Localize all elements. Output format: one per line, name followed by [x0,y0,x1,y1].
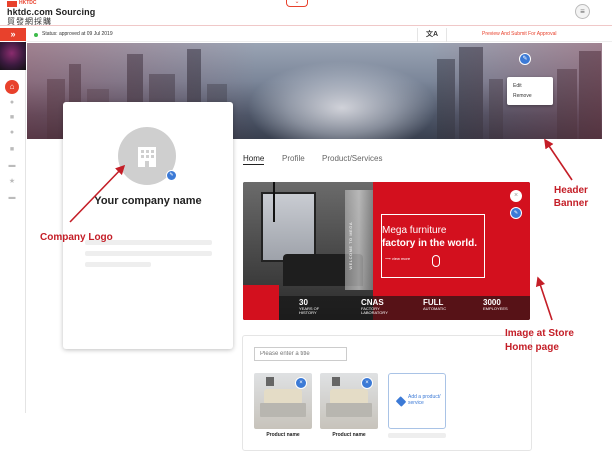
banner-edit-icon[interactable]: ✎ [519,53,531,65]
stat-label: AUTOMATIC [423,306,447,311]
product-name: Product name [332,432,366,438]
company-card: ✎ Your company name [63,102,233,349]
arrow-store-image [535,276,553,321]
company-name: Your company name [94,195,202,207]
translate-icon[interactable]: 文A [417,28,447,42]
placeholder-line [85,262,151,267]
brand-subtitle: 貿發網採購 [7,17,52,26]
close-icon[interactable]: × [510,190,522,202]
product-section: × Product name × Product name Add a prod… [242,335,532,451]
headline-line-1: Mega furniture [382,225,447,236]
status-bar: Status: approved at 09 Jul 2019 文A Previ… [27,28,612,42]
remove-product-icon[interactable]: × [361,377,373,389]
stat-label: YEARS OF HISTORY [299,306,320,315]
tag-icon [395,396,407,407]
window-image [261,192,316,262]
avatar[interactable] [0,42,26,70]
annotation-store-image: Image at Store Home page [505,328,574,353]
bed-body [326,403,372,417]
tab-profile[interactable]: Profile [282,154,305,163]
stats-bar: 30 YEARS OF HISTORY CNAS FACTORY LABORAT… [279,296,530,320]
logo-edit-icon[interactable]: ✎ [166,170,177,181]
tab-home[interactable]: Home [243,154,265,165]
annotation-header-banner: Header Banner [553,185,589,209]
view-more-label: view more [391,256,411,261]
tab-product-services[interactable]: Product/Services [322,154,382,163]
wall-picture [332,377,340,386]
status-dot-icon [34,33,38,37]
red-block [243,285,279,320]
page-root: HKTDC hktdc.com Sourcing 貿發網採購 ⌄ ≡ » ⌂ ●… [0,0,612,463]
stat-item: FULL AUTOMATIC [423,298,446,311]
add-product-button[interactable]: Add a product/ service [388,373,446,429]
chat-icon[interactable]: ■ [8,114,16,121]
star-icon[interactable]: ★ [8,178,16,185]
view-more-link[interactable]: ⟶ view more [385,256,410,261]
headline-line-2: factory in the world. [382,238,478,249]
brand-small: HKTDC [19,0,37,6]
banner-menu: Edit Remove [507,77,553,105]
arrow-header-banner [544,138,573,181]
stat-item: 30 YEARS OF HISTORY [299,298,329,315]
top-bar: HKTDC hktdc.com Sourcing 貿發網採購 ⌄ ≡ [0,0,612,26]
preview-submit-link[interactable]: Preview And Submit For Approval [482,31,556,37]
folder-icon[interactable]: ▬ [8,194,16,201]
status-text: Status: approved at 09 Jul 2019 [42,31,113,37]
banner-menu-edit[interactable]: Edit [507,81,553,91]
store-image-edit-icon[interactable]: ✎ [510,207,522,219]
lamp-image [273,182,275,222]
stat-label: FACTORY LABORATORY [361,306,388,315]
remove-product-icon[interactable]: × [295,377,307,389]
settings-icon[interactable]: ● [8,129,16,136]
stat-item: CNAS FACTORY LABORATORY [361,298,395,315]
video-icon[interactable]: ▬ [8,162,16,169]
vertical-text: WELCOME TO MEGA [348,222,353,270]
sidebar: » ⌂ ● ■ ● ■ ▬ ★ ▬ [0,28,26,413]
add-product-label: Add a product/ service [408,394,441,406]
wall-picture [266,377,274,386]
product-name: Product name [266,432,300,438]
placeholder-line [85,251,212,256]
user-icon[interactable]: ● [8,99,16,106]
bed-body [260,403,306,417]
stat-label: EMPLOYEES [483,306,508,311]
chevron-down-icon[interactable]: ⌄ [286,0,308,7]
banner-menu-remove[interactable]: Remove [507,91,553,101]
building-icon [138,147,156,167]
section-title-input[interactable] [254,347,347,361]
annotation-company-logo: Company Logo [40,232,113,243]
menu-icon[interactable]: ≡ [575,4,590,19]
sidebar-expand-button[interactable]: » [0,28,26,41]
trash-icon[interactable]: ■ [8,146,16,153]
store-tabs: Home Profile Product/Services [243,154,543,168]
placeholder-line [388,433,446,438]
store-home-image[interactable]: WELCOME TO MEGA Mega furniture factory i… [243,182,530,320]
mouse-icon [432,255,440,267]
stat-item: 3000 EMPLOYEES [483,298,508,311]
home-icon[interactable]: ⌂ [5,80,19,94]
